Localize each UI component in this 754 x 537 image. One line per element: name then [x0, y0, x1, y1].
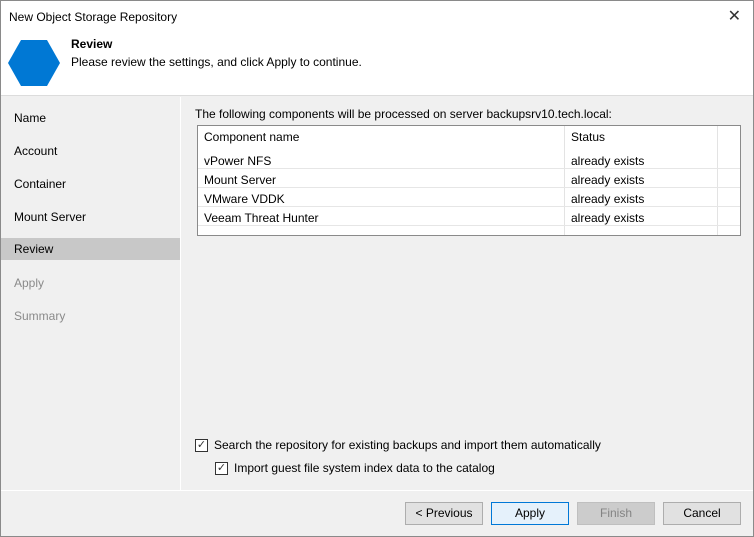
step-account[interactable]: Account [1, 140, 180, 162]
title-bar: New Object Storage Repository ✕ [1, 1, 753, 33]
close-icon[interactable]: ✕ [728, 6, 741, 26]
checkbox-checked-icon[interactable]: ✓ [215, 461, 228, 475]
component-status: already exists [571, 192, 645, 206]
component-status: already exists [571, 173, 645, 187]
table-header: Component name Status [198, 126, 740, 150]
checkbox-label: Import guest file system index data to t… [234, 461, 495, 475]
wizard-steps: Name Account Container Mount Server Revi… [1, 97, 181, 490]
table-row[interactable]: vPower NFS already exists [198, 150, 740, 169]
step-apply: Apply [14, 276, 45, 290]
apply-button[interactable]: Apply [491, 502, 569, 525]
component-status: already exists [571, 154, 645, 168]
step-summary: Summary [14, 309, 66, 323]
window-title: New Object Storage Repository [9, 10, 178, 24]
component-name: VMware VDDK [204, 192, 285, 206]
column-header-component[interactable]: Component name [204, 130, 299, 144]
components-table[interactable]: Component name Status vPower NFS already … [197, 125, 741, 236]
search-import-checkbox[interactable]: ✓ Search the repository for existing bac… [195, 438, 601, 452]
import-index-checkbox[interactable]: ✓ Import guest file system index data to… [215, 461, 495, 475]
previous-button[interactable]: < Previous [405, 502, 483, 525]
finish-button: Finish [577, 502, 655, 525]
step-mount-server[interactable]: Mount Server [1, 206, 180, 228]
cancel-button[interactable]: Cancel [663, 502, 741, 525]
step-container[interactable]: Container [1, 173, 180, 195]
table-row[interactable]: Mount Server already exists [198, 169, 740, 188]
component-status: already exists [571, 211, 645, 225]
table-row[interactable]: Veeam Threat Hunter already exists [198, 207, 740, 226]
hexagon-logo-icon [8, 40, 60, 86]
wizard-window: New Object Storage Repository ✕ Review P… [0, 0, 754, 537]
wizard-header: Review Please review the settings, and c… [1, 33, 753, 96]
component-name: Mount Server [204, 173, 277, 187]
table-row[interactable]: VMware VDDK already exists [198, 188, 740, 207]
column-header-status[interactable]: Status [571, 130, 605, 144]
step-subtitle: Please review the settings, and click Ap… [71, 55, 362, 69]
step-name[interactable]: Name [1, 107, 180, 129]
step-review[interactable]: Review [1, 238, 180, 260]
component-name: Veeam Threat Hunter [204, 211, 319, 225]
checkbox-checked-icon[interactable]: ✓ [195, 438, 208, 452]
step-title: Review [71, 37, 113, 51]
checkbox-label: Search the repository for existing backu… [214, 438, 601, 452]
wizard-footer: < Previous Apply Finish Cancel [1, 490, 753, 536]
component-name: vPower NFS [204, 154, 272, 168]
components-intro: The following components will be process… [195, 107, 612, 121]
